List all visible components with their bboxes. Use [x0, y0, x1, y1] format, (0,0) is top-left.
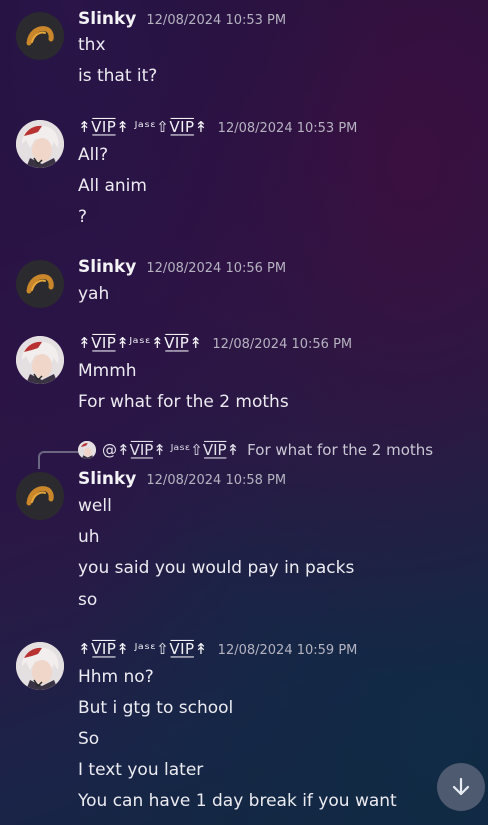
anime-character-avatar: [16, 120, 64, 168]
username[interactable]: ↟V̲̅I̲̅P̲̅↟ᴶᵃˢᵋ↟V̲̅I̲̅P̲̅↟: [78, 334, 202, 352]
message-header: Slinky 12/08/2024 10:56 PM: [78, 257, 286, 281]
message-text: Mmmh: [78, 361, 137, 381]
orange-curl-icon: [26, 26, 54, 46]
message-text: is that it?: [78, 66, 158, 86]
vip-avatar[interactable]: [16, 336, 64, 384]
reply-mention[interactable]: @↟V̲̅I̲̅P̲̅↟ ᴶᵃˢᵋ⇧V̲̅I̲̅P̲̅↟: [102, 441, 239, 459]
timestamp: 12/08/2024 10:59 PM: [217, 643, 358, 658]
orange-curl-icon: [26, 486, 54, 506]
message-text: You can have 1 day break if you want: [78, 791, 397, 811]
vip-avatar[interactable]: [16, 120, 64, 168]
reply-quoted-text: For what for the 2 moths: [247, 441, 434, 459]
anime-character-avatar: [16, 642, 64, 690]
username[interactable]: Slinky: [78, 469, 136, 489]
message-text: So: [78, 729, 100, 749]
message-text: All anim: [78, 176, 147, 196]
reply-preview[interactable]: @↟V̲̅I̲̅P̲̅↟ ᴶᵃˢᵋ⇧V̲̅I̲̅P̲̅↟ For what fo…: [78, 440, 433, 460]
message-text: so: [78, 590, 98, 610]
message-text: Hhm no?: [78, 667, 154, 687]
slinky-avatar[interactable]: [16, 260, 64, 308]
message-header: ↟V̲̅I̲̅P̲̅↟ᴶᵃˢᵋ↟V̲̅I̲̅P̲̅↟ 12/08/2024 10…: [78, 334, 352, 358]
arrow-down-icon: [452, 777, 470, 796]
timestamp: 12/08/2024 10:56 PM: [146, 261, 287, 276]
message-header: ↟V̲̅I̲̅P̲̅↟ ᴶᵃˢᵋ⇧V̲̅I̲̅P̲̅↟ 12/08/2024 1…: [78, 118, 357, 142]
slinky-avatar[interactable]: [16, 12, 64, 60]
message-text: All?: [78, 145, 109, 165]
username[interactable]: ↟V̲̅I̲̅P̲̅↟ ᴶᵃˢᵋ⇧V̲̅I̲̅P̲̅↟: [78, 640, 208, 658]
message-text: I text you later: [78, 760, 204, 780]
message-text: uh: [78, 527, 100, 547]
message-text: But i gtg to school: [78, 698, 234, 718]
message-header: Slinky 12/08/2024 10:53 PM: [78, 9, 286, 33]
timestamp: 12/08/2024 10:58 PM: [146, 473, 287, 488]
reply-connector: [38, 451, 78, 469]
reply-avatar: [78, 441, 96, 459]
timestamp: 12/08/2024 10:53 PM: [146, 13, 287, 28]
username[interactable]: ↟V̲̅I̲̅P̲̅↟ ᴶᵃˢᵋ⇧V̲̅I̲̅P̲̅↟: [78, 118, 208, 136]
orange-curl-icon: [26, 274, 54, 294]
username[interactable]: Slinky: [78, 9, 136, 29]
anime-character-avatar: [78, 441, 96, 459]
message-text: thx: [78, 35, 106, 55]
message-text: ?: [78, 207, 88, 227]
message-text: you said you would pay in packs: [78, 558, 355, 578]
slinky-avatar[interactable]: [16, 472, 64, 520]
timestamp: 12/08/2024 10:56 PM: [212, 337, 353, 352]
username[interactable]: Slinky: [78, 257, 136, 277]
message-header: ↟V̲̅I̲̅P̲̅↟ ᴶᵃˢᵋ⇧V̲̅I̲̅P̲̅↟ 12/08/2024 1…: [78, 640, 357, 664]
message-text: well: [78, 496, 112, 516]
anime-character-avatar: [16, 336, 64, 384]
message-text: For what for the 2 moths: [78, 392, 289, 412]
vip-avatar[interactable]: [16, 642, 64, 690]
scroll-to-bottom-button[interactable]: [437, 763, 485, 811]
message-header: Slinky 12/08/2024 10:58 PM: [78, 469, 286, 493]
timestamp: 12/08/2024 10:53 PM: [217, 121, 358, 136]
message-text: yah: [78, 284, 110, 304]
